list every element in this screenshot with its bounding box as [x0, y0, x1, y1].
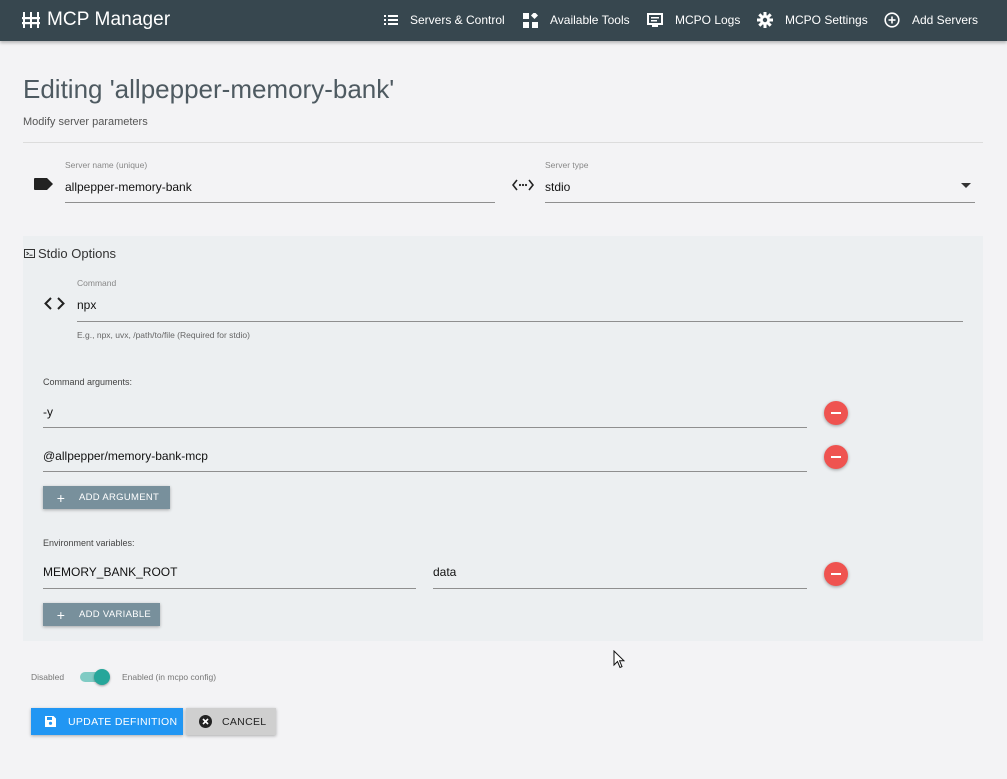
nav-label: Add Servers — [912, 13, 979, 27]
nav-label: Servers & Control — [410, 13, 505, 27]
divider — [23, 142, 983, 143]
server-name-underline — [65, 202, 495, 203]
add-variable-button[interactable]: + ADD VARIABLE — [43, 603, 160, 626]
app-title: MCP Manager — [47, 9, 171, 30]
server-type-select[interactable]: stdio — [545, 180, 945, 194]
minus-icon — [831, 412, 841, 414]
nav-servers-control[interactable]: Servers & Control — [384, 10, 505, 30]
dropdown-arrow-icon[interactable] — [961, 183, 971, 189]
top-app-bar: MCP Manager Servers & Control Available … — [0, 0, 1007, 41]
server-type-label: Server type — [545, 160, 589, 170]
toggle-knob — [94, 669, 110, 685]
argument-input[interactable]: -y — [43, 405, 807, 419]
cancel-button[interactable]: CANCEL — [186, 708, 276, 735]
label-tag-icon — [34, 178, 53, 190]
command-input[interactable]: npx — [77, 298, 963, 312]
add-variable-label: ADD VARIABLE — [79, 609, 152, 620]
add-argument-button[interactable]: + ADD ARGUMENT — [43, 486, 170, 509]
env-value-input[interactable]: data — [433, 565, 807, 579]
command-label: Command — [77, 278, 117, 288]
server-grid-icon — [22, 12, 40, 28]
code-dots-icon — [512, 179, 534, 191]
server-type-underline — [545, 202, 975, 203]
nav-available-tools[interactable]: Available Tools — [523, 10, 630, 30]
widgets-icon — [523, 12, 538, 28]
remove-argument-button[interactable] — [824, 401, 848, 425]
remove-argument-button[interactable] — [824, 445, 848, 469]
minus-icon — [831, 573, 841, 575]
stdio-options-title: Stdio Options — [24, 246, 116, 261]
nav-label: MCPO Settings — [785, 13, 868, 27]
nav-mcpo-settings[interactable]: MCPO Settings — [757, 10, 868, 30]
gear-icon — [757, 12, 773, 28]
cancel-label: CANCEL — [222, 715, 267, 728]
plus-circle-icon — [884, 12, 900, 28]
page-subtitle: Modify server parameters — [23, 116, 148, 128]
nav-label: Available Tools — [550, 13, 630, 27]
update-definition-label: UPDATE DEFINITION — [68, 715, 178, 728]
plus-icon: + — [56, 489, 66, 506]
cancel-icon — [199, 715, 212, 728]
add-argument-label: ADD ARGUMENT — [79, 492, 160, 503]
command-helper-text: E.g., npx, uvx, /path/to/file (Required … — [77, 330, 250, 340]
env-variables-label: Environment variables: — [43, 538, 135, 548]
brand[interactable]: MCP Manager — [22, 8, 170, 32]
server-name-label: Server name (unique) — [65, 160, 148, 170]
command-underline — [77, 321, 963, 322]
nav-add-servers[interactable]: Add Servers — [884, 10, 978, 30]
nav-label: MCPO Logs — [675, 13, 741, 27]
env-value-underline — [433, 588, 807, 589]
list-icon — [384, 15, 398, 25]
argument-input[interactable]: @allpepper/memory-bank-mcp — [43, 449, 807, 463]
page-title: Editing 'allpepper-memory-bank' — [23, 74, 395, 104]
enabled-toggle[interactable] — [80, 668, 110, 686]
code-brackets-icon — [44, 297, 65, 310]
env-key-input[interactable]: MEMORY_BANK_ROOT — [43, 565, 416, 579]
nav-mcpo-logs[interactable]: MCPO Logs — [647, 10, 740, 30]
argument-underline — [43, 427, 807, 428]
console-icon — [24, 249, 35, 258]
toggle-off-label: Disabled — [31, 672, 65, 682]
server-name-input[interactable]: allpepper-memory-bank — [65, 180, 495, 194]
save-icon — [45, 716, 56, 727]
plus-icon: + — [56, 606, 66, 623]
toggle-on-label: Enabled (in mcpo config) — [122, 672, 217, 682]
env-key-underline — [43, 588, 416, 589]
minus-icon — [831, 456, 841, 458]
arguments-label: Command arguments: — [43, 377, 133, 387]
update-definition-button[interactable]: UPDATE DEFINITION — [31, 708, 183, 735]
remove-variable-button[interactable] — [824, 562, 848, 586]
mouse-cursor-icon — [613, 650, 625, 669]
terminal-window-icon — [647, 13, 663, 27]
argument-underline — [43, 471, 807, 472]
stdio-options-label: Stdio Options — [38, 246, 117, 261]
